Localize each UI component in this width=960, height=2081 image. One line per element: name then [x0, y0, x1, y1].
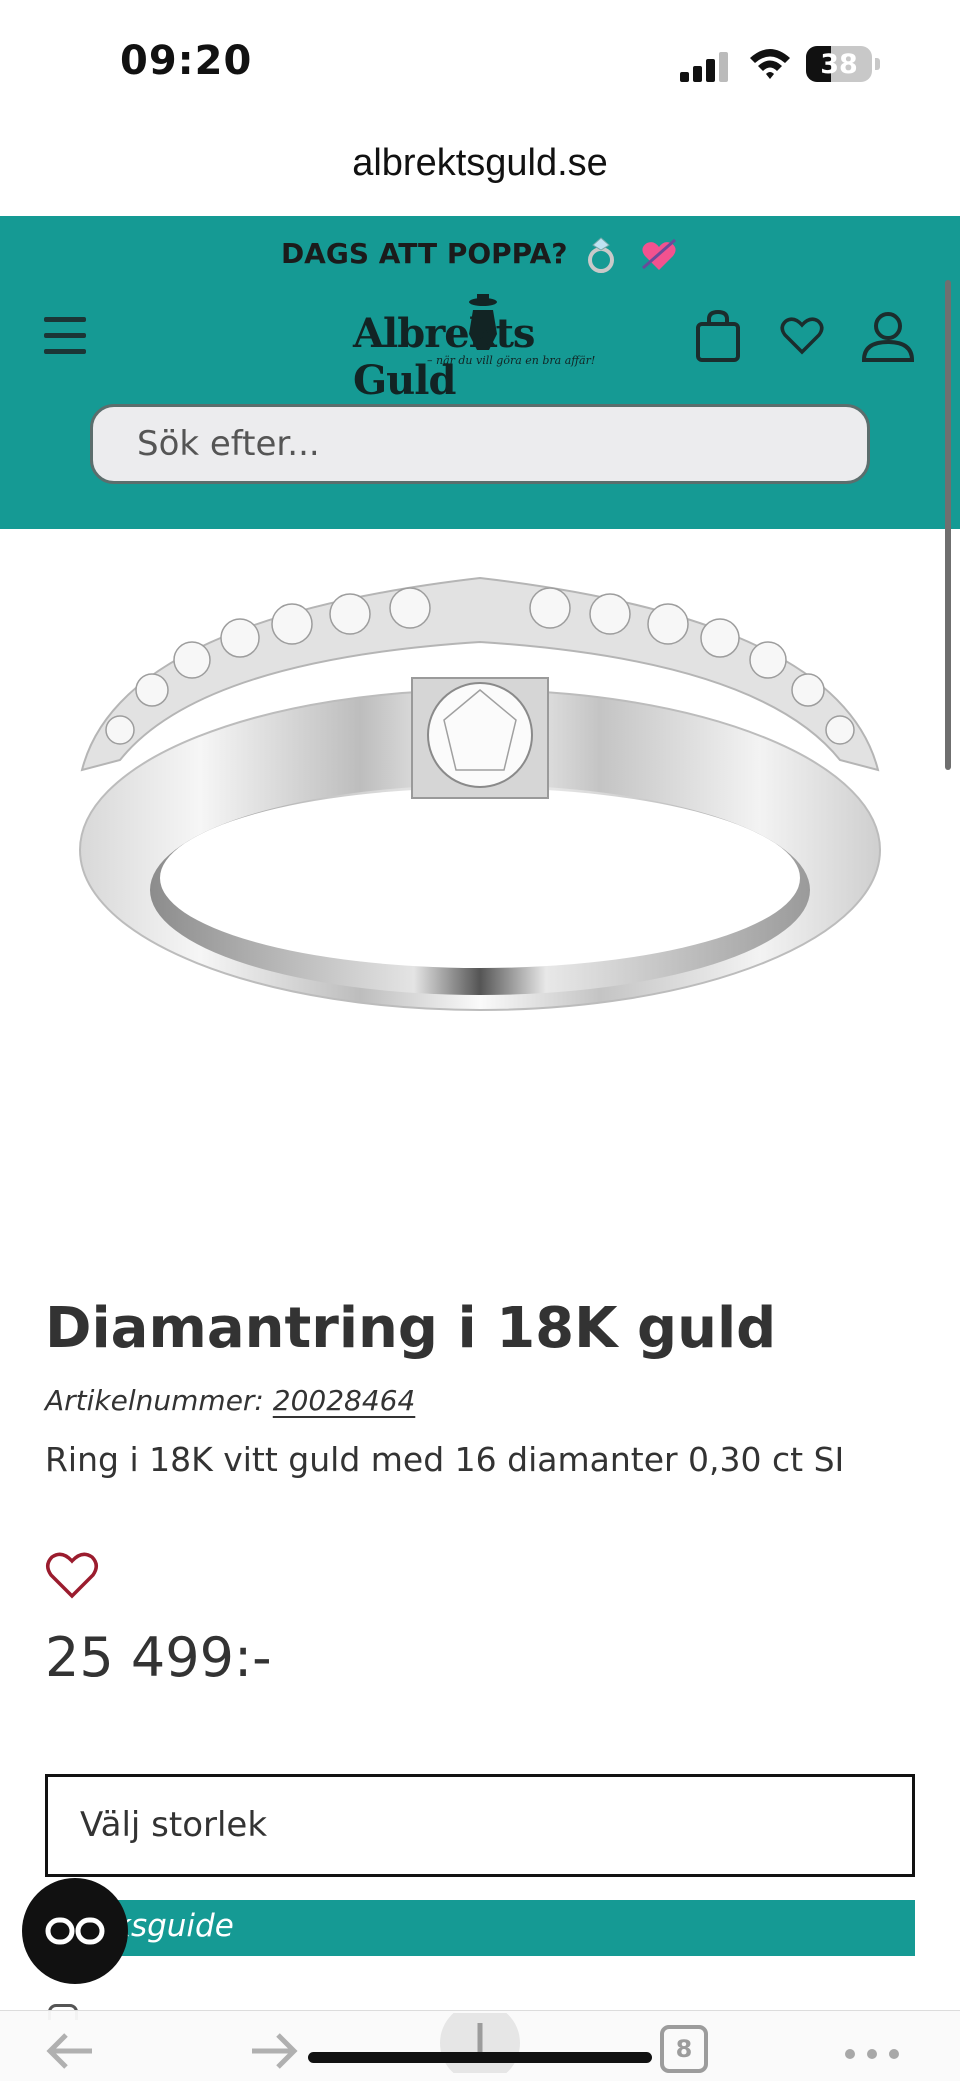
site-header: DAGS ATT POPPA? Albrekts Guld – när du v…: [0, 216, 960, 529]
ring-icon: [588, 237, 615, 273]
size-select-label: Välj storlek: [80, 1805, 268, 1845]
tabs-count[interactable]: 8: [660, 2025, 708, 2073]
promo-text: DAGS ATT POPPA?: [280, 237, 568, 270]
share-icon[interactable]: [440, 2013, 520, 2073]
heart-icon[interactable]: [774, 308, 830, 364]
hamburger-menu-icon[interactable]: [42, 312, 90, 360]
product-image[interactable]: [60, 560, 900, 1040]
address-bar[interactable]: albrektsguld.se: [0, 120, 960, 216]
heart-arrow-icon: [642, 238, 677, 270]
size-select[interactable]: Välj storlek: [45, 1774, 915, 1877]
browser-toolbar: 8: [0, 2010, 960, 2081]
status-time: 09:20: [120, 38, 253, 84]
promo-banner[interactable]: DAGS ATT POPPA?: [0, 236, 960, 274]
search-box[interactable]: [90, 404, 870, 484]
page-scrollbar[interactable]: [945, 280, 951, 770]
battery-cap: [875, 58, 880, 70]
logo-tagline: – när du vill göra en bra affär!: [427, 354, 596, 367]
reader-glasses-icon[interactable]: [22, 1878, 128, 1984]
home-indicator: [308, 2052, 652, 2063]
user-icon[interactable]: [860, 308, 916, 364]
shopping-bag-icon[interactable]: [690, 308, 746, 364]
article-label: Artikelnummer:: [45, 1384, 264, 1417]
more-icon[interactable]: [842, 2047, 902, 2061]
article-number-line: Artikelnummer: 20028464: [45, 1384, 415, 1417]
status-bar: 09:20 38: [0, 0, 960, 120]
product-description: Ring i 18K vitt guld med 16 diamanter 0,…: [45, 1440, 845, 1479]
url-text: albrektsguld.se: [352, 142, 608, 184]
size-guide-button[interactable]: ksguide: [45, 1900, 915, 1956]
product-price: 25 499:-: [45, 1626, 272, 1689]
search-input[interactable]: [93, 407, 867, 481]
battery-icon: 38: [806, 46, 872, 82]
back-arrow-icon[interactable]: [44, 2029, 96, 2073]
cellular-signal-icon: [680, 50, 730, 82]
size-guide-label: ksguide: [113, 1908, 234, 1944]
site-logo[interactable]: Albrekts Guld – när du vill göra en bra …: [345, 292, 615, 404]
wifi-icon: [750, 49, 790, 79]
product-title: Diamantring i 18K guld: [45, 1296, 777, 1361]
add-to-wishlist-heart-icon[interactable]: [42, 1546, 102, 1602]
forward-arrow-icon[interactable]: [248, 2029, 300, 2073]
battery-percentage: 38: [820, 49, 858, 80]
article-number[interactable]: 20028464: [273, 1384, 416, 1417]
